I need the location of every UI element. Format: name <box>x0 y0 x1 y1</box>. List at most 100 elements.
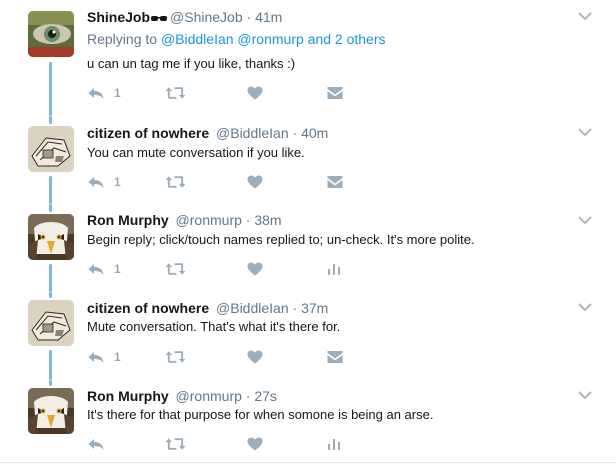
tweet-actions: 1 <box>87 347 387 367</box>
thread-connector <box>49 176 52 204</box>
reply-count: 1 <box>114 350 121 364</box>
display-name[interactable]: ShineJob <box>87 9 150 25</box>
tweet-text: Begin reply; click/touch names replied t… <box>87 232 475 247</box>
retweet-icon <box>165 262 186 276</box>
reply-mention-link[interactable]: @BiddleIan <box>161 31 234 47</box>
heart-icon <box>247 262 263 276</box>
reply-count: 1 <box>114 262 121 276</box>
divider <box>0 462 616 463</box>
reply-icon <box>87 262 105 276</box>
analytics-icon <box>327 262 341 276</box>
message-icon <box>327 175 343 189</box>
analytics-button[interactable] <box>327 434 341 454</box>
reply-others-link[interactable]: and 2 others <box>308 31 386 47</box>
separator-dot: · <box>245 212 251 228</box>
thread-connector <box>49 264 52 292</box>
user-handle[interactable]: @ShineJob <box>170 9 243 25</box>
retweet-icon <box>165 86 186 100</box>
like-button[interactable] <box>247 172 263 192</box>
thread-connector <box>49 204 52 212</box>
reply-button[interactable]: 1 <box>87 347 121 367</box>
reply-button[interactable]: 1 <box>87 83 121 103</box>
chevron-down-icon[interactable] <box>578 127 592 137</box>
avatar[interactable] <box>28 388 74 434</box>
chevron-down-icon[interactable] <box>578 302 592 312</box>
user-handle[interactable]: @ronmurp <box>176 212 242 228</box>
like-button[interactable] <box>247 347 263 367</box>
display-name[interactable]: citizen of nowhere <box>87 300 209 316</box>
user-handle[interactable]: @BiddleIan <box>216 125 289 141</box>
thread-connector <box>49 292 52 298</box>
chevron-down-icon[interactable] <box>578 11 592 21</box>
conversation-thread: ShineJob @ShineJob · 41m Replying to @Bid… <box>0 0 616 470</box>
tweet-actions: 1 <box>87 259 387 279</box>
reply-count: 1 <box>114 175 121 189</box>
tweet-actions: 1 <box>87 172 387 192</box>
display-name[interactable]: Ron Murphy <box>87 212 169 228</box>
retweet-button[interactable] <box>165 259 186 279</box>
reply-count: 1 <box>114 86 121 100</box>
reply-mention-link[interactable]: @ronmurp <box>237 31 303 47</box>
like-button[interactable] <box>247 83 263 103</box>
tweet[interactable]: citizen of nowhere @BiddleIan · 40m You … <box>0 116 616 204</box>
reply-button[interactable]: 1 <box>87 172 121 192</box>
avatar[interactable] <box>28 126 74 172</box>
tweet-header: ShineJob @ShineJob · 41m <box>87 8 282 27</box>
message-icon <box>327 350 343 364</box>
tweet-header: citizen of nowhere @BiddleIan · 40m <box>87 124 328 142</box>
timestamp[interactable]: 37m <box>301 300 328 316</box>
retweet-button[interactable] <box>165 172 186 192</box>
tweet-actions: 1 <box>87 83 387 103</box>
timestamp[interactable]: 27s <box>254 388 277 404</box>
reply-icon <box>87 86 105 100</box>
separator-dot: · <box>292 125 298 141</box>
like-button[interactable] <box>247 259 263 279</box>
retweet-button[interactable] <box>165 434 186 454</box>
direct-message-button[interactable] <box>327 83 343 103</box>
direct-message-button[interactable] <box>327 347 343 367</box>
reply-button[interactable]: 1 <box>87 259 121 279</box>
tweet-text: u can un tag me if you like, thanks :) <box>87 56 296 71</box>
avatar-image <box>28 300 74 346</box>
analytics-icon <box>327 437 341 451</box>
user-handle[interactable]: @BiddleIan <box>216 300 289 316</box>
separator-dot: · <box>292 300 298 316</box>
retweet-icon <box>165 350 186 364</box>
tweet-header: citizen of nowhere @BiddleIan · 37m <box>87 299 328 317</box>
heart-icon <box>247 437 263 451</box>
avatar[interactable] <box>28 11 74 57</box>
thread-connector <box>49 380 52 386</box>
avatar[interactable] <box>28 300 74 346</box>
user-handle[interactable]: @ronmurp <box>176 388 242 404</box>
tweet[interactable]: citizen of nowhere @BiddleIan · 37m Mute… <box>0 292 616 380</box>
reply-button[interactable] <box>87 434 114 454</box>
reply-icon <box>87 175 105 189</box>
tweet-text: You can mute conversation if you like. <box>87 145 305 160</box>
direct-message-button[interactable] <box>327 172 343 192</box>
avatar-image <box>28 11 74 57</box>
thread-connector <box>49 350 52 380</box>
timestamp[interactable]: 38m <box>254 212 281 228</box>
timestamp[interactable]: 41m <box>255 9 282 25</box>
display-name[interactable]: citizen of nowhere <box>87 125 209 141</box>
display-name[interactable]: Ron Murphy <box>87 388 169 404</box>
message-icon <box>327 86 343 100</box>
retweet-icon <box>165 175 186 189</box>
retweet-button[interactable] <box>165 347 186 367</box>
replying-to: Replying to @BiddleIan @ronmurp and 2 ot… <box>87 30 386 48</box>
tweet[interactable]: ShineJob @ShineJob · 41m Replying to @Bid… <box>0 0 616 116</box>
tweet-header: Ron Murphy @ronmurp · 38m <box>87 211 282 229</box>
tweet[interactable]: Ron Murphy @ronmurp · 38m Begin reply; c… <box>0 204 616 292</box>
avatar-image <box>28 388 74 434</box>
like-button[interactable] <box>247 434 263 454</box>
reply-icon <box>87 437 105 451</box>
retweet-button[interactable] <box>165 83 186 103</box>
thread-connector <box>49 62 52 116</box>
separator-dot: · <box>245 388 251 404</box>
chevron-down-icon[interactable] <box>578 390 592 400</box>
tweet[interactable]: Ron Murphy @ronmurp · 27s It's there for… <box>0 380 616 462</box>
chevron-down-icon[interactable] <box>578 215 592 225</box>
analytics-button[interactable] <box>327 259 341 279</box>
timestamp[interactable]: 40m <box>301 125 328 141</box>
avatar[interactable] <box>28 214 74 260</box>
